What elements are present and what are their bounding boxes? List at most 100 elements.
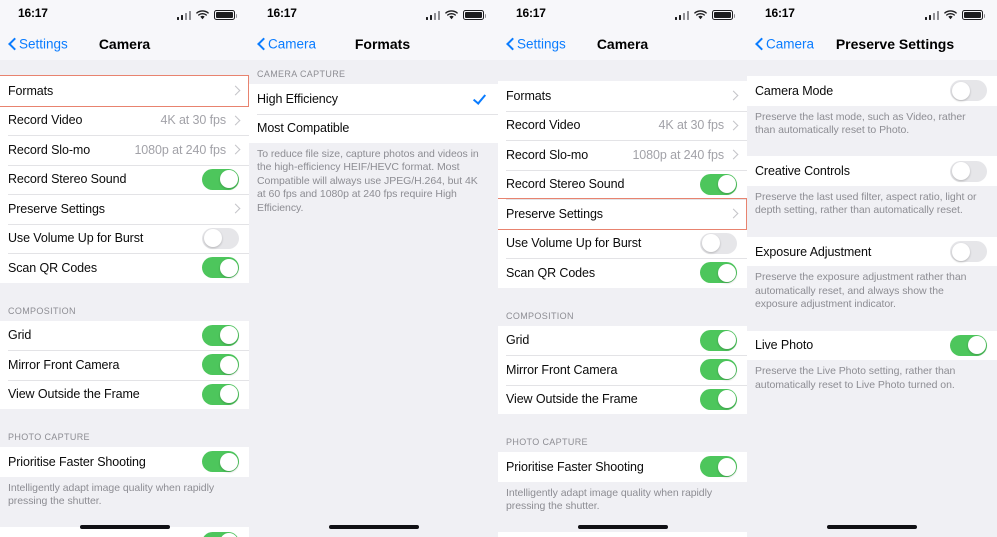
cellular-signal-icon <box>425 11 440 20</box>
settings-list[interactable]: Formats Record Video 4K at 30 fps Record Sl… <box>498 60 747 537</box>
section-gap <box>747 317 997 331</box>
settings-row[interactable]: Record Slo-mo 1080p at 240 fps <box>0 135 249 165</box>
settings-row[interactable]: Record Slo-mo 1080p at 240 fps <box>498 140 747 170</box>
chevron-right-icon <box>232 115 239 126</box>
wifi-icon <box>445 10 458 20</box>
settings-row[interactable]: Smart HDR <box>498 532 747 537</box>
settings-row[interactable]: Prioritise Faster Shooting <box>498 452 747 482</box>
settings-toggle[interactable] <box>950 334 987 356</box>
settings-toggle[interactable] <box>202 531 239 537</box>
settings-group: Grid Mirror Front Camera View Outside the … <box>498 325 747 414</box>
settings-toggle[interactable] <box>202 324 239 346</box>
settings-row[interactable]: Formats <box>0 76 249 106</box>
settings-row-label: Mirror Front Camera <box>8 357 120 372</box>
settings-row[interactable]: High Efficiency <box>249 84 498 114</box>
toggle-knob <box>951 81 970 100</box>
settings-toggle[interactable] <box>700 232 737 254</box>
settings-toggle[interactable] <box>202 354 239 376</box>
settings-row[interactable]: Record Stereo Sound <box>0 164 249 194</box>
settings-row[interactable]: Formats <box>498 81 747 111</box>
wifi-icon <box>196 10 209 20</box>
toggle-knob <box>717 457 736 476</box>
settings-row[interactable]: Mirror Front Camera <box>498 355 747 385</box>
phone-screen-1: 16:17 Settings Camera Formats Record Video 4K… <box>0 0 249 537</box>
status-bar: 16:17 <box>249 0 498 28</box>
settings-group: Exposure Adjustment <box>747 236 997 267</box>
settings-toggle[interactable] <box>950 80 987 102</box>
toggle-knob <box>717 263 736 282</box>
settings-row[interactable]: Record Video 4K at 30 fps <box>498 110 747 140</box>
settings-row[interactable]: Record Stereo Sound <box>498 169 747 199</box>
section-gap <box>498 287 747 301</box>
settings-row-label: Record Stereo Sound <box>8 172 127 187</box>
toggle-knob <box>967 336 986 355</box>
battery-icon <box>463 10 486 20</box>
settings-row[interactable]: Grid <box>498 325 747 355</box>
settings-row[interactable]: Mirror Front Camera <box>0 350 249 380</box>
status-bar-icons <box>674 8 735 20</box>
settings-toggle[interactable] <box>700 359 737 381</box>
toggle-knob <box>219 355 238 374</box>
toggle-knob <box>717 331 736 350</box>
settings-toggle[interactable] <box>202 227 239 249</box>
settings-row[interactable]: Preserve Settings <box>498 199 747 229</box>
section-gap <box>747 60 997 76</box>
settings-toggle[interactable] <box>700 329 737 351</box>
cellular-signal-icon <box>674 11 689 20</box>
settings-toggle[interactable] <box>202 257 239 279</box>
settings-row[interactable]: View Outside the Frame <box>0 379 249 409</box>
settings-row[interactable]: View Outside the Frame <box>498 384 747 414</box>
settings-row-label: Scan QR Codes <box>8 260 98 275</box>
screenshot-stage: 16:17 Settings Camera Formats Record Video 4K… <box>0 0 997 537</box>
settings-toggle[interactable] <box>202 168 239 190</box>
settings-row[interactable]: Camera Mode <box>747 76 997 106</box>
settings-row[interactable]: Use Volume Up for Burst <box>498 228 747 258</box>
chevron-right-icon <box>232 203 239 214</box>
section-footer: Intelligently adapt image quality when r… <box>0 476 249 515</box>
status-bar-time: 16:17 <box>18 6 48 20</box>
settings-row[interactable]: Scan QR Codes <box>498 258 747 288</box>
settings-row[interactable]: Record Video 4K at 30 fps <box>0 105 249 135</box>
settings-list[interactable]: CAMERA CAPTURE High Efficiency Most Compat… <box>249 60 498 222</box>
settings-row[interactable]: Use Volume Up for Burst <box>0 223 249 253</box>
section-gap <box>498 60 747 81</box>
toggle-knob <box>951 162 970 181</box>
section-header: PHOTO CAPTURE <box>498 427 747 452</box>
settings-toggle[interactable] <box>950 241 987 262</box>
settings-list[interactable]: Camera Mode Preserve the last mode, such … <box>747 60 997 398</box>
settings-row[interactable]: Live Photo <box>747 330 997 361</box>
settings-toggle[interactable] <box>700 456 737 478</box>
settings-toggle[interactable] <box>700 173 737 195</box>
settings-toggle[interactable] <box>202 383 239 405</box>
settings-row-value: 1080p at 240 fps <box>134 142 226 157</box>
settings-toggle[interactable] <box>202 451 239 473</box>
settings-toggle[interactable] <box>700 388 737 410</box>
settings-group: Formats Record Video 4K at 30 fps Record Sl… <box>498 81 747 288</box>
nav-bar: Settings Camera <box>498 28 747 60</box>
nav-title: Preserve Settings <box>835 36 955 52</box>
settings-list[interactable]: Formats Record Video 4K at 30 fps Record Sl… <box>0 60 249 537</box>
settings-row-label: Camera Mode <box>755 83 834 98</box>
settings-row[interactable]: Grid <box>0 320 249 350</box>
settings-row-label: Exposure Adjustment <box>755 244 872 259</box>
settings-row-label: Record Slo-mo <box>506 147 589 162</box>
settings-row[interactable]: Scan QR Codes <box>0 253 249 283</box>
settings-row[interactable]: Most Compatible <box>249 113 498 143</box>
settings-row[interactable]: Prioritise Faster Shooting <box>0 447 249 477</box>
settings-toggle[interactable] <box>700 262 737 284</box>
section-gap <box>747 223 997 237</box>
toggle-knob <box>219 258 238 277</box>
section-header: PHOTO CAPTURE <box>0 422 249 447</box>
cellular-signal-icon <box>924 11 939 20</box>
settings-row[interactable]: Preserve Settings <box>0 194 249 224</box>
settings-toggle[interactable] <box>950 160 987 182</box>
settings-row-label: Live Photo <box>755 338 814 353</box>
chevron-right-icon <box>730 149 737 160</box>
toggle-knob <box>219 452 238 471</box>
nav-title: Camera <box>596 36 649 52</box>
toggle-knob <box>219 533 238 537</box>
section-gap <box>747 143 997 157</box>
phone-screen-2: 16:17 Camera Formats CAMERA CAPTURE High Eff… <box>249 0 498 537</box>
settings-row[interactable]: Exposure Adjustment <box>747 236 997 267</box>
settings-row[interactable]: Creative Controls <box>747 156 997 186</box>
